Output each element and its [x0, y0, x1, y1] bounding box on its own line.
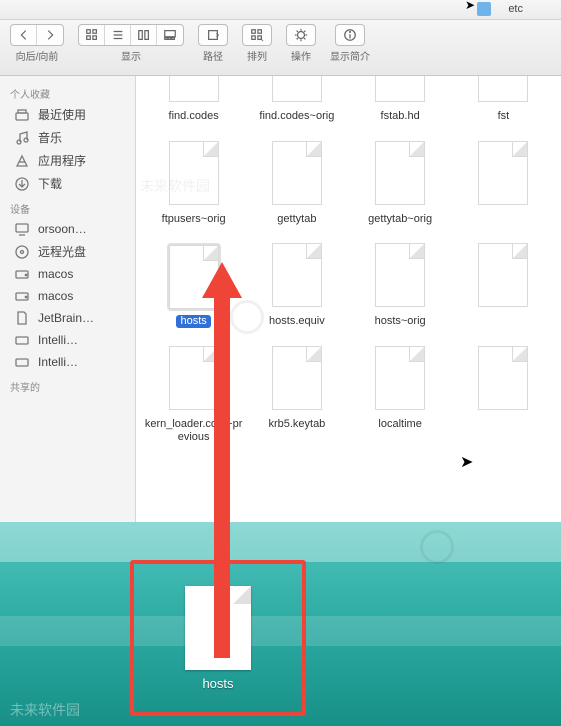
desktop-file-highlight: hosts: [130, 560, 306, 716]
view-icons-button[interactable]: [79, 25, 105, 45]
titlebar[interactable]: ➤ etc: [0, 0, 561, 20]
watermark-icon: [420, 530, 454, 564]
downloads-icon: [14, 176, 30, 192]
sidebar-item-music[interactable]: 音乐: [0, 126, 135, 149]
sidebar-item-label: JetBrain…: [38, 311, 94, 325]
drive-icon: [14, 266, 30, 282]
file-item[interactable]: fst: [452, 76, 555, 123]
file-name: gettytab: [277, 213, 316, 226]
sidebar-item-intelli-1[interactable]: Intelli…: [0, 329, 135, 351]
drive-icon: [14, 354, 30, 370]
drive-icon: [14, 288, 30, 304]
drive-icon: [14, 332, 30, 348]
cursor-icon: ➤: [460, 452, 473, 472]
action-label: 操作: [291, 48, 311, 63]
file-name: hosts: [176, 315, 210, 328]
sidebar-item-jetbrain[interactable]: JetBrain…: [0, 307, 135, 329]
sidebar-item-label: 应用程序: [38, 152, 86, 169]
sidebar-header-shared: 共享的: [0, 373, 135, 396]
sidebar-item-label: macos: [38, 289, 73, 303]
file-name: fst: [498, 110, 510, 123]
info-group: 显示简介: [330, 24, 370, 63]
file-name: find.codes: [169, 110, 219, 123]
sidebar-item-label: macos: [38, 267, 73, 281]
file-name: hosts.equiv: [269, 315, 325, 328]
folder-proxy-icon[interactable]: [477, 2, 491, 16]
sidebar-item-apps[interactable]: 应用程序: [0, 149, 135, 172]
file-item[interactable]: find.codes~orig: [245, 76, 348, 123]
file-item[interactable]: localtime: [349, 346, 452, 443]
arrange-button[interactable]: [242, 24, 272, 46]
sidebar-item-label: 音乐: [38, 129, 62, 146]
sidebar-item-recents[interactable]: 最近使用: [0, 103, 135, 126]
sidebar-item-drive-1[interactable]: macos: [0, 263, 135, 285]
file-name: localtime: [378, 418, 421, 431]
view-gallery-button[interactable]: [157, 25, 183, 45]
file-item[interactable]: [452, 243, 555, 328]
info-label: 显示简介: [330, 48, 370, 63]
path-label: 路径: [203, 48, 223, 63]
view-columns-button[interactable]: [131, 25, 157, 45]
sidebar-item-label: orsoon…: [38, 222, 87, 236]
file-item[interactable]: gettytab~orig: [349, 141, 452, 226]
nav-group: 向后/向前: [10, 24, 64, 63]
sidebar-item-label: 最近使用: [38, 106, 86, 123]
file-name: gettytab~orig: [368, 213, 432, 226]
sidebar-item-intelli-2[interactable]: Intelli…: [0, 351, 135, 373]
music-icon: [14, 130, 30, 146]
file-item[interactable]: gettytab: [245, 141, 348, 226]
document-icon: [14, 310, 30, 326]
info-button[interactable]: [335, 24, 365, 46]
sidebar-item-drive-2[interactable]: macos: [0, 285, 135, 307]
computer-icon: [14, 221, 30, 237]
file-item[interactable]: ftpusers~orig: [142, 141, 245, 226]
disc-icon: [14, 244, 30, 260]
file-item[interactable]: kern_loader.conf~previous: [142, 346, 245, 443]
sidebar-item-remote-disc[interactable]: 远程光盘: [0, 240, 135, 263]
nav-label: 向后/向前: [16, 48, 59, 63]
sidebar-item-label: 下载: [38, 175, 62, 192]
file-item[interactable]: krb5.keytab: [245, 346, 348, 443]
sidebar-item-label: Intelli…: [38, 333, 78, 347]
file-item[interactable]: fstab.hd: [349, 76, 452, 123]
sidebar-item-label: Intelli…: [38, 355, 78, 369]
forward-button[interactable]: [37, 25, 63, 45]
window-title: etc: [508, 3, 523, 15]
action-button[interactable]: [286, 24, 316, 46]
path-group: 路径: [198, 24, 228, 63]
sidebar-item-computer[interactable]: orsoon…: [0, 218, 135, 240]
toolbar: 向后/向前 显示 路径 排列 操作 显示简介: [0, 20, 561, 76]
arrange-group: 排列: [242, 24, 272, 63]
file-name: kern_loader.conf~previous: [144, 418, 244, 443]
desktop-file-icon[interactable]: [185, 586, 251, 670]
action-group: 操作: [286, 24, 316, 63]
file-item[interactable]: find.codes: [142, 76, 245, 123]
file-item[interactable]: [452, 141, 555, 226]
file-item[interactable]: hosts~orig: [349, 243, 452, 328]
view-group: 显示: [78, 24, 184, 63]
view-list-button[interactable]: [105, 25, 131, 45]
back-button[interactable]: [11, 25, 37, 45]
file-name: hosts~orig: [375, 315, 426, 328]
path-button[interactable]: [198, 24, 228, 46]
sidebar-item-label: 远程光盘: [38, 243, 86, 260]
sidebar-item-downloads[interactable]: 下载: [0, 172, 135, 195]
file-name: krb5.keytab: [268, 418, 325, 431]
file-item[interactable]: [452, 346, 555, 443]
sidebar-header-devices: 设备: [0, 195, 135, 218]
all-files-icon: [14, 107, 30, 123]
cursor-icon: ➤: [465, 0, 475, 12]
view-label: 显示: [121, 48, 141, 63]
file-name: ftpusers~orig: [162, 213, 226, 226]
arrange-label: 排列: [247, 48, 267, 63]
sidebar-header-favorites: 个人收藏: [0, 80, 135, 103]
apps-icon: [14, 153, 30, 169]
watermark-icon: [230, 300, 264, 334]
desktop-file-name: hosts: [202, 676, 233, 691]
file-name: fstab.hd: [381, 110, 420, 123]
file-name: find.codes~orig: [259, 110, 334, 123]
